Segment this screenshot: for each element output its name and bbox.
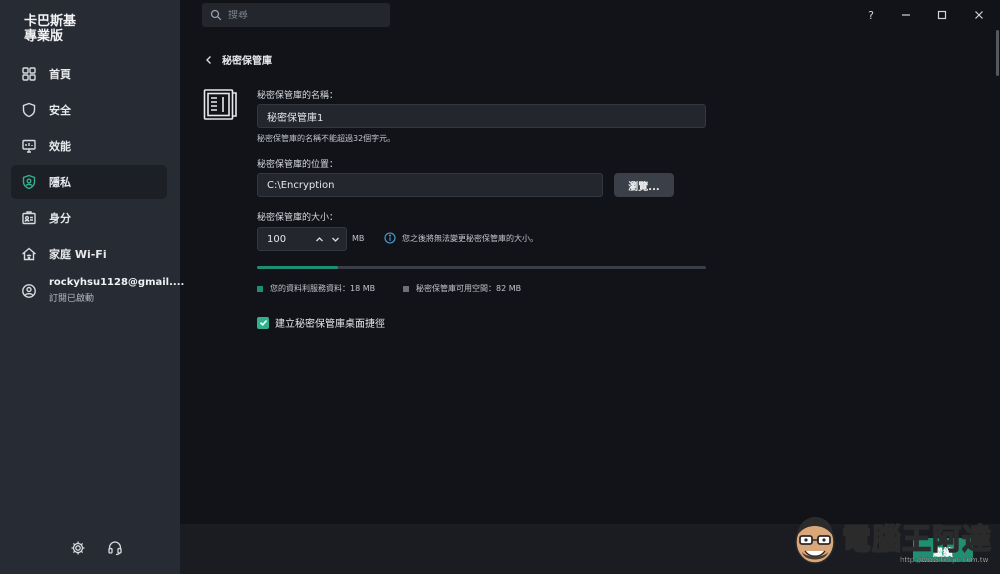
sidebar-item-label: 首頁 (49, 68, 71, 81)
size-info: 您之後將無法變更秘密保管庫的大小。 (384, 232, 538, 244)
sidebar-account[interactable]: rockyhsu1128@gmail.... 訂閱已啟動 (11, 277, 184, 309)
legend-free-text: 秘密保管庫可用空間：82 MB (416, 284, 522, 293)
performance-monitor-icon (21, 138, 37, 154)
sidebar-item-label: 效能 (49, 140, 71, 153)
storage-usage-fill (257, 266, 338, 269)
checkmark-icon (259, 319, 267, 326)
shield-icon (21, 102, 37, 118)
browse-button[interactable]: 瀏覽... (614, 173, 674, 197)
chevron-down-icon[interactable] (327, 231, 343, 247)
watermark-title: 電腦王阿達 (841, 521, 993, 557)
watermark: 電腦王阿達 http://www.kocpc.com.tw (792, 508, 997, 570)
back-navigation[interactable]: 秘密保管庫 (204, 52, 272, 67)
home-wifi-icon (21, 246, 37, 262)
sidebar-item-performance[interactable]: 效能 (11, 129, 167, 163)
search-input[interactable] (228, 9, 378, 21)
desktop-shortcut-option[interactable]: 建立秘密保管庫桌面捷徑 (257, 315, 385, 330)
sidebar-item-label: 安全 (49, 104, 71, 117)
user-avatar-icon (21, 283, 37, 299)
desktop-shortcut-checkbox[interactable] (257, 316, 269, 329)
vault-name-field[interactable]: 秘密保管庫1 (257, 104, 706, 128)
sidebar-item-home[interactable]: 首頁 (11, 57, 167, 91)
scrollbar[interactable] (996, 30, 999, 76)
brand-line-2: 專業版 (24, 29, 64, 44)
sidebar-item-label: 隱私 (49, 176, 71, 189)
account-email: rockyhsu1128@gmail.... (49, 277, 185, 288)
legend-used: 您的資料利服務資料：18 MB (257, 283, 375, 294)
close-icon[interactable] (971, 7, 987, 23)
help-button[interactable]: ? (863, 7, 879, 23)
watermark-mascot-icon (795, 517, 835, 564)
sidebar-item-privacy[interactable]: 隱私 (11, 165, 167, 199)
home-grid-icon (21, 66, 37, 82)
storage-usage-bar (257, 266, 706, 269)
sidebar-item-security[interactable]: 安全 (11, 93, 167, 127)
vault-location-value: C:\Encryption (267, 179, 335, 191)
maximize-icon[interactable] (934, 7, 950, 23)
vault-size-stepper[interactable]: 100 (257, 227, 347, 251)
minimize-icon[interactable] (898, 7, 914, 23)
search-icon (210, 9, 222, 21)
chevron-up-icon[interactable] (311, 231, 327, 247)
sidebar: 卡巴斯基 專業版 首頁 安全 效能 隱私 身分 家庭 Wi-Fi rockyhs… (0, 0, 184, 574)
privacy-shield-icon (21, 174, 37, 190)
identity-card-icon (21, 210, 37, 226)
vault-size-label: 秘密保管庫的大小： (257, 213, 339, 223)
legend-used-swatch (257, 285, 263, 292)
watermark-url: http://www.kocpc.com.tw (900, 556, 989, 564)
vault-location-label: 秘密保管庫的位置： (257, 160, 339, 170)
sidebar-item-label: 身分 (49, 212, 71, 225)
top-bar: ? (180, 0, 1000, 30)
vault-name-hint: 秘密保管庫的名稱不能超過32個字元。 (257, 134, 396, 143)
legend-used-text: 您的資料利服務資料：18 MB (270, 284, 376, 293)
legend-free: 秘密保管庫可用空間：82 MB (403, 283, 521, 294)
search-box[interactable] (202, 3, 390, 27)
headset-support-icon[interactable] (105, 538, 125, 558)
brand-line-1: 卡巴斯基 (24, 14, 77, 29)
sidebar-item-identity[interactable]: 身分 (11, 201, 167, 235)
legend-free-swatch (403, 285, 409, 292)
safe-vault-icon (203, 89, 237, 120)
sidebar-item-home-wifi[interactable]: 家庭 Wi-Fi (11, 237, 167, 271)
gear-icon[interactable] (68, 538, 88, 558)
subscription-status: 訂閱已啟動 (49, 294, 95, 304)
vault-name-label: 秘密保管庫的名稱： (257, 91, 339, 101)
sidebar-item-label: 家庭 Wi-Fi (49, 248, 107, 261)
app-brand: 卡巴斯基 專業版 (24, 14, 144, 44)
size-info-text: 您之後將無法變更秘密保管庫的大小。 (402, 233, 538, 243)
vault-location-field[interactable]: C:\Encryption (257, 173, 603, 197)
size-unit: MB (352, 234, 365, 243)
info-icon (384, 232, 396, 244)
vault-size-value: 100 (267, 233, 287, 245)
vault-name-value: 秘密保管庫1 (267, 112, 324, 124)
page-title: 秘密保管庫 (222, 56, 272, 67)
desktop-shortcut-label: 建立秘密保管庫桌面捷徑 (275, 319, 385, 330)
chevron-left-icon (206, 55, 211, 64)
